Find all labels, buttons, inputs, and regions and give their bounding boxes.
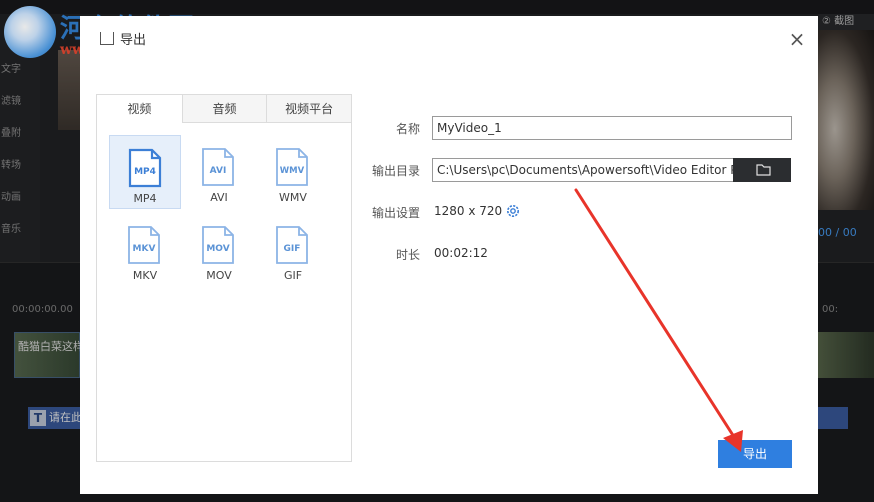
- watermark-logo-icon: [4, 6, 56, 58]
- output-dir-label: 输出目录: [371, 164, 420, 178]
- mov-file-icon: MOV: [202, 226, 234, 264]
- format-mkv[interactable]: MKV MKV: [109, 213, 181, 287]
- output-settings-label: 输出设置: [371, 206, 420, 220]
- output-settings-value: 1280 x 720: [434, 204, 503, 218]
- format-name: MKV: [132, 269, 158, 282]
- svg-text:AVI: AVI: [210, 166, 227, 176]
- format-name: AVI: [210, 191, 228, 204]
- name-label: 名称: [395, 122, 420, 136]
- browse-folder-button[interactable]: [733, 158, 791, 182]
- duration-value: 00:02:12: [434, 246, 488, 260]
- format-name: WMV: [279, 191, 307, 204]
- export-icon: [100, 32, 114, 45]
- mkv-file-icon: MKV: [128, 226, 160, 264]
- format-mov[interactable]: MOV MOV: [183, 213, 255, 287]
- svg-text:MKV: MKV: [133, 244, 156, 254]
- tab-audio[interactable]: 音频: [181, 95, 267, 123]
- tab-video-platform[interactable]: 视频平台: [266, 95, 351, 123]
- gear-icon[interactable]: [505, 203, 521, 219]
- svg-text:MOV: MOV: [206, 244, 229, 254]
- format-mp4[interactable]: MP4 MP4: [109, 135, 181, 209]
- close-button[interactable]: ×: [786, 28, 808, 50]
- wmv-file-icon: WMV: [276, 148, 308, 186]
- avi-file-icon: AVI: [202, 148, 234, 186]
- export-button[interactable]: 导出: [718, 440, 792, 468]
- svg-text:MP4: MP4: [134, 167, 156, 177]
- duration-label: 时长: [395, 248, 420, 262]
- gif-file-icon: GIF: [276, 226, 308, 264]
- export-dialog: 导出 × 视频 音频 视频平台 MP4 MP4 AVI AVI WMV WMV …: [80, 16, 818, 494]
- format-panel: 视频 音频 视频平台 MP4 MP4 AVI AVI WMV WMV MKV M…: [96, 94, 352, 462]
- format-wmv[interactable]: WMV WMV: [257, 135, 329, 209]
- name-field[interactable]: MyVideo_1: [432, 116, 792, 140]
- folder-icon: [756, 164, 771, 176]
- format-gif[interactable]: GIF GIF: [257, 213, 329, 287]
- output-dir-field[interactable]: C:\Users\pc\Documents\Apowersoft\Video E…: [432, 158, 734, 182]
- format-tabs: 视频 音频 视频平台: [97, 95, 351, 124]
- svg-text:WMV: WMV: [280, 166, 305, 176]
- dialog-title: 导出: [120, 33, 147, 48]
- format-name: MOV: [206, 269, 232, 282]
- tab-video[interactable]: 视频: [97, 95, 182, 124]
- svg-text:GIF: GIF: [284, 244, 301, 254]
- format-avi[interactable]: AVI AVI: [183, 135, 255, 209]
- format-name: GIF: [283, 269, 303, 282]
- format-name: MP4: [133, 192, 157, 205]
- mp4-file-icon: MP4: [128, 148, 162, 188]
